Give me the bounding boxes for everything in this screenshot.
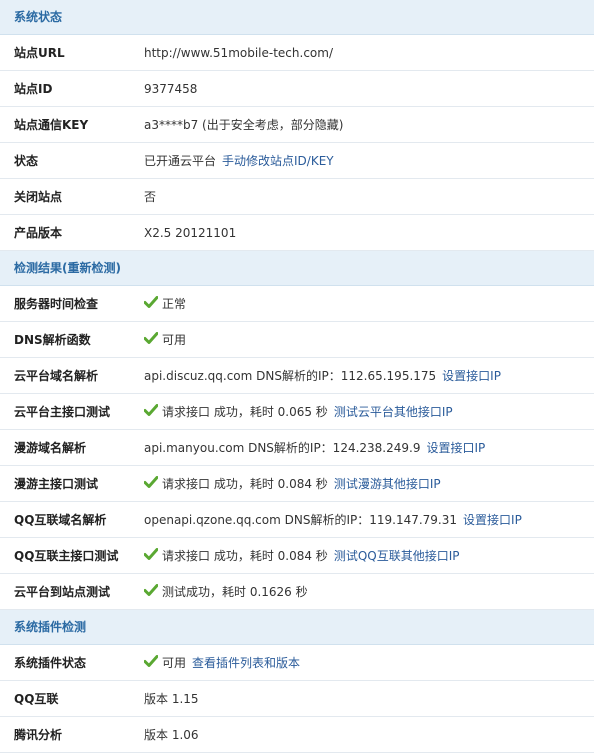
check-result-text: 请求接口 成功，耗时 0.065 秒 [162,405,328,419]
row-label: QQ互联 [14,692,59,706]
check-result-text: 测试成功，耗时 0.1626 秒 [162,585,308,599]
row-value: 请求接口 成功，耗时 0.065 秒测试云平台其他接口IP [144,403,453,420]
row-manyou-dns: 漫游域名解析 api.manyou.com DNS解析的IP：124.238.2… [0,430,594,466]
row-label: 状态 [14,154,39,168]
row-value: a3****b7 (出于安全考虑，部分隐藏) [144,118,344,132]
check-result-text: 正常 [162,297,187,311]
section-header-check-results: 检测结果(重新检测) [0,251,594,286]
status-text: 已开通云平台 [144,154,217,168]
row-label: 云平台到站点测试 [14,585,111,599]
row-value: 可用 查看插件列表和版本 [144,654,300,671]
test-manyou-other-ip-link[interactable]: 测试漫游其他接口IP [334,477,441,491]
view-plugin-list-link[interactable]: 查看插件列表和版本 [192,656,300,670]
set-cloud-ip-link[interactable]: 设置接口IP [442,369,501,383]
row-value: api.discuz.qq.com DNS解析的IP：112.65.195.17… [144,367,501,384]
check-result-text: 可用 [162,656,187,670]
row-tencent-analytics-plugin: 腾讯分析 版本 1.06 [0,717,594,753]
row-value: openapi.qzone.qq.com DNS解析的IP：119.147.79… [144,511,522,528]
row-server-time-check: 服务器时间检查 正常 [0,286,594,322]
row-label: DNS解析函数 [14,333,91,347]
section-header-plugin-check: 系统插件检测 [0,610,594,645]
check-icon [144,584,158,596]
row-value: api.manyou.com DNS解析的IP：124.238.249.9 设置接… [144,439,485,456]
row-label: 漫游域名解析 [14,441,87,455]
row-qq-connect-dns: QQ互联域名解析 openapi.qzone.qq.com DNS解析的IP：1… [0,502,594,538]
row-value: 请求接口 成功，耗时 0.084 秒测试漫游其他接口IP [144,475,441,492]
row-dns-function: DNS解析函数 可用 [0,322,594,358]
row-manyou-api-test: 漫游主接口测试 请求接口 成功，耗时 0.084 秒测试漫游其他接口IP [0,466,594,502]
row-label: 系统插件状态 [14,656,87,670]
row-label: 站点通信KEY [14,118,89,132]
dns-result-text: openapi.qzone.qq.com DNS解析的IP：119.147.79… [144,513,458,527]
check-icon [144,332,158,344]
row-label: QQ互联主接口测试 [14,549,119,563]
check-result-text: 请求接口 成功，耗时 0.084 秒 [162,549,328,563]
row-value: 9377458 [144,81,198,96]
row-label: 站点URL [14,46,65,60]
row-label: 云平台主接口测试 [14,405,111,419]
row-value: 测试成功，耗时 0.1626 秒 [144,583,308,600]
row-plugin-status: 系统插件状态 可用 查看插件列表和版本 [0,645,594,681]
row-site-url: 站点URL http://www.51mobile-tech.com/ [0,35,594,71]
row-qq-connect-plugin: QQ互联 版本 1.15 [0,681,594,717]
row-status: 状态 已开通云平台 手动修改站点ID/KEY [0,143,594,179]
check-icon [144,476,158,488]
dns-result-text: api.discuz.qq.com DNS解析的IP：112.65.195.17… [144,369,437,383]
row-product-version: 产品版本 X2.5 20121101 [0,215,594,251]
row-value: 否 [144,190,157,204]
row-cloud-to-site-test: 云平台到站点测试 测试成功，耗时 0.1626 秒 [0,574,594,610]
cloud-platform-diagnostics: 系统状态 站点URL http://www.51mobile-tech.com/… [0,0,594,753]
row-qq-connect-api-test: QQ互联主接口测试 请求接口 成功，耗时 0.084 秒测试QQ互联其他接口IP [0,538,594,574]
row-value: 请求接口 成功，耗时 0.084 秒测试QQ互联其他接口IP [144,547,459,564]
set-qq-connect-ip-link[interactable]: 设置接口IP [463,513,522,527]
row-label: 服务器时间检查 [14,297,99,311]
check-result-text: 请求接口 成功，耗时 0.084 秒 [162,477,328,491]
row-value: http://www.51mobile-tech.com/ [144,45,333,60]
check-icon [144,296,158,308]
row-label: 漫游主接口测试 [14,477,99,491]
row-label: 产品版本 [14,226,63,240]
row-label: 腾讯分析 [14,728,63,742]
edit-site-id-key-link[interactable]: 手动修改站点ID/KEY [222,154,334,168]
check-icon [144,655,158,667]
row-value: 可用 [144,331,186,348]
row-value: 正常 [144,295,186,312]
check-result-text: 可用 [162,333,187,347]
section-header-system-status: 系统状态 [0,0,594,35]
test-cloud-other-ip-link[interactable]: 测试云平台其他接口IP [334,405,453,419]
row-value: 已开通云平台 手动修改站点ID/KEY [144,152,334,169]
row-value: X2.5 20121101 [144,225,237,240]
row-site-key: 站点通信KEY a3****b7 (出于安全考虑，部分隐藏) [0,107,594,143]
row-cloud-dns: 云平台域名解析 api.discuz.qq.com DNS解析的IP：112.6… [0,358,594,394]
check-icon [144,548,158,560]
check-icon [144,404,158,416]
row-label: 云平台域名解析 [14,369,99,383]
row-label: 站点ID [14,82,53,96]
row-close-site: 关闭站点 否 [0,179,594,215]
row-cloud-api-test: 云平台主接口测试 请求接口 成功，耗时 0.065 秒测试云平台其他接口IP [0,394,594,430]
row-value: 版本 1.15 [144,692,199,706]
row-label: QQ互联域名解析 [14,513,107,527]
row-value: 版本 1.06 [144,728,199,742]
dns-result-text: api.manyou.com DNS解析的IP：124.238.249.9 [144,441,421,455]
set-manyou-ip-link[interactable]: 设置接口IP [426,441,485,455]
row-label: 关闭站点 [14,190,63,204]
row-site-id: 站点ID 9377458 [0,71,594,107]
test-qq-connect-other-ip-link[interactable]: 测试QQ互联其他接口IP [334,549,460,563]
